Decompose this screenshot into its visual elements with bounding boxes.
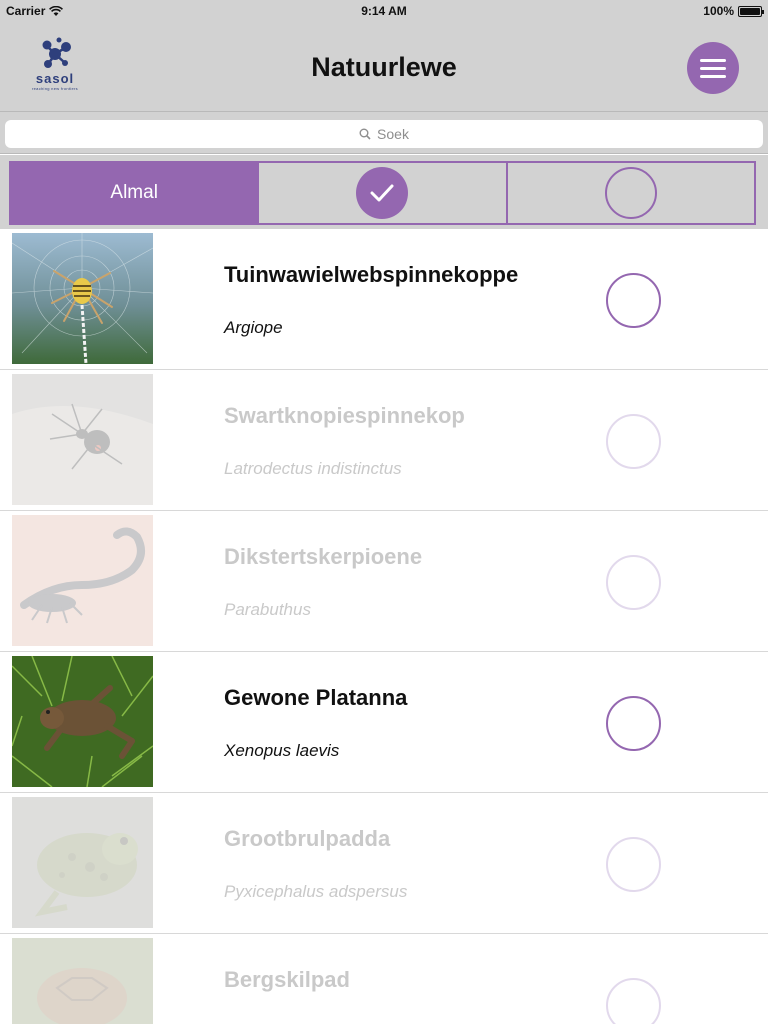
navigation-bar: sasol reaching new frontiers Natuurlewe	[0, 22, 768, 112]
species-photo	[12, 938, 153, 1024]
menu-button[interactable]	[687, 42, 739, 94]
species-latin-name: Xenopus laevis	[224, 741, 340, 760]
logo-tagline: reaching new frontiers	[32, 86, 78, 91]
battery-icon	[738, 5, 764, 17]
species-photo	[12, 656, 153, 787]
status-time: 9:14 AM	[361, 4, 407, 18]
species-common-name: Dikstertskerpioene	[224, 544, 423, 569]
empty-circle-icon	[604, 167, 657, 219]
species-latin-name: Parabuthus	[224, 600, 311, 619]
filter-all-segment[interactable]: Almal	[11, 163, 258, 223]
filter-area: Almal	[0, 155, 768, 229]
species-common-name: Swartknopiespinnekop	[224, 403, 465, 428]
species-list: Tuinwawielwebspinnekoppe Argiope Swartkn…	[0, 229, 768, 1024]
wifi-icon	[49, 5, 64, 16]
carrier-indicator: Carrier	[6, 4, 64, 18]
species-row[interactable]: Grootbrulpadda Pyxicephalus adspersus	[0, 793, 768, 934]
seen-toggle[interactable]	[606, 837, 661, 892]
page-title: Natuurlewe	[311, 52, 457, 82]
carrier-label: Carrier	[6, 4, 46, 18]
battery-percent: 100%	[703, 4, 734, 18]
seen-toggle[interactable]	[606, 414, 661, 469]
filter-not-seen-segment[interactable]	[505, 163, 754, 223]
species-latin-name: Latrodectus indistinctus	[224, 459, 402, 478]
battery-indicator: 100%	[703, 4, 764, 18]
species-common-name: Gewone Platanna	[224, 685, 408, 710]
species-photo	[12, 797, 153, 928]
filter-seen-segment[interactable]	[257, 163, 505, 223]
search-icon	[359, 128, 371, 140]
filter-all-label: Almal	[110, 182, 158, 203]
species-photo	[12, 374, 153, 505]
species-common-name: Bergskilpad	[224, 967, 350, 992]
species-common-name: Grootbrulpadda	[224, 826, 391, 851]
species-row[interactable]: Bergskilpad	[0, 934, 768, 1024]
hamburger-icon-line	[700, 74, 726, 78]
filter-segmented-control: Almal	[9, 161, 756, 225]
seen-toggle[interactable]	[606, 978, 661, 1024]
species-photo	[12, 233, 153, 364]
checkmark-icon	[356, 167, 409, 219]
search-area: Soek	[0, 112, 768, 154]
species-photo	[12, 515, 153, 646]
species-latin-name: Argiope	[224, 318, 283, 337]
hamburger-icon-line	[700, 58, 726, 62]
species-row[interactable]: Gewone Platanna Xenopus laevis	[0, 652, 768, 793]
seen-toggle[interactable]	[606, 555, 661, 610]
species-latin-name: Pyxicephalus adspersus	[224, 882, 408, 901]
species-row[interactable]: Tuinwawielwebspinnekoppe Argiope	[0, 229, 768, 370]
species-row[interactable]: Swartknopiespinnekop Latrodectus indisti…	[0, 370, 768, 511]
search-placeholder: Soek	[377, 126, 409, 142]
seen-toggle[interactable]	[606, 273, 661, 328]
search-input[interactable]: Soek	[5, 120, 763, 148]
species-common-name: Tuinwawielwebspinnekoppe	[224, 262, 519, 287]
seen-toggle[interactable]	[606, 696, 661, 751]
species-row[interactable]: Dikstertskerpioene Parabuthus	[0, 511, 768, 652]
hamburger-icon-line	[700, 66, 726, 70]
status-bar: Carrier 9:14 AM 100%	[0, 0, 768, 22]
